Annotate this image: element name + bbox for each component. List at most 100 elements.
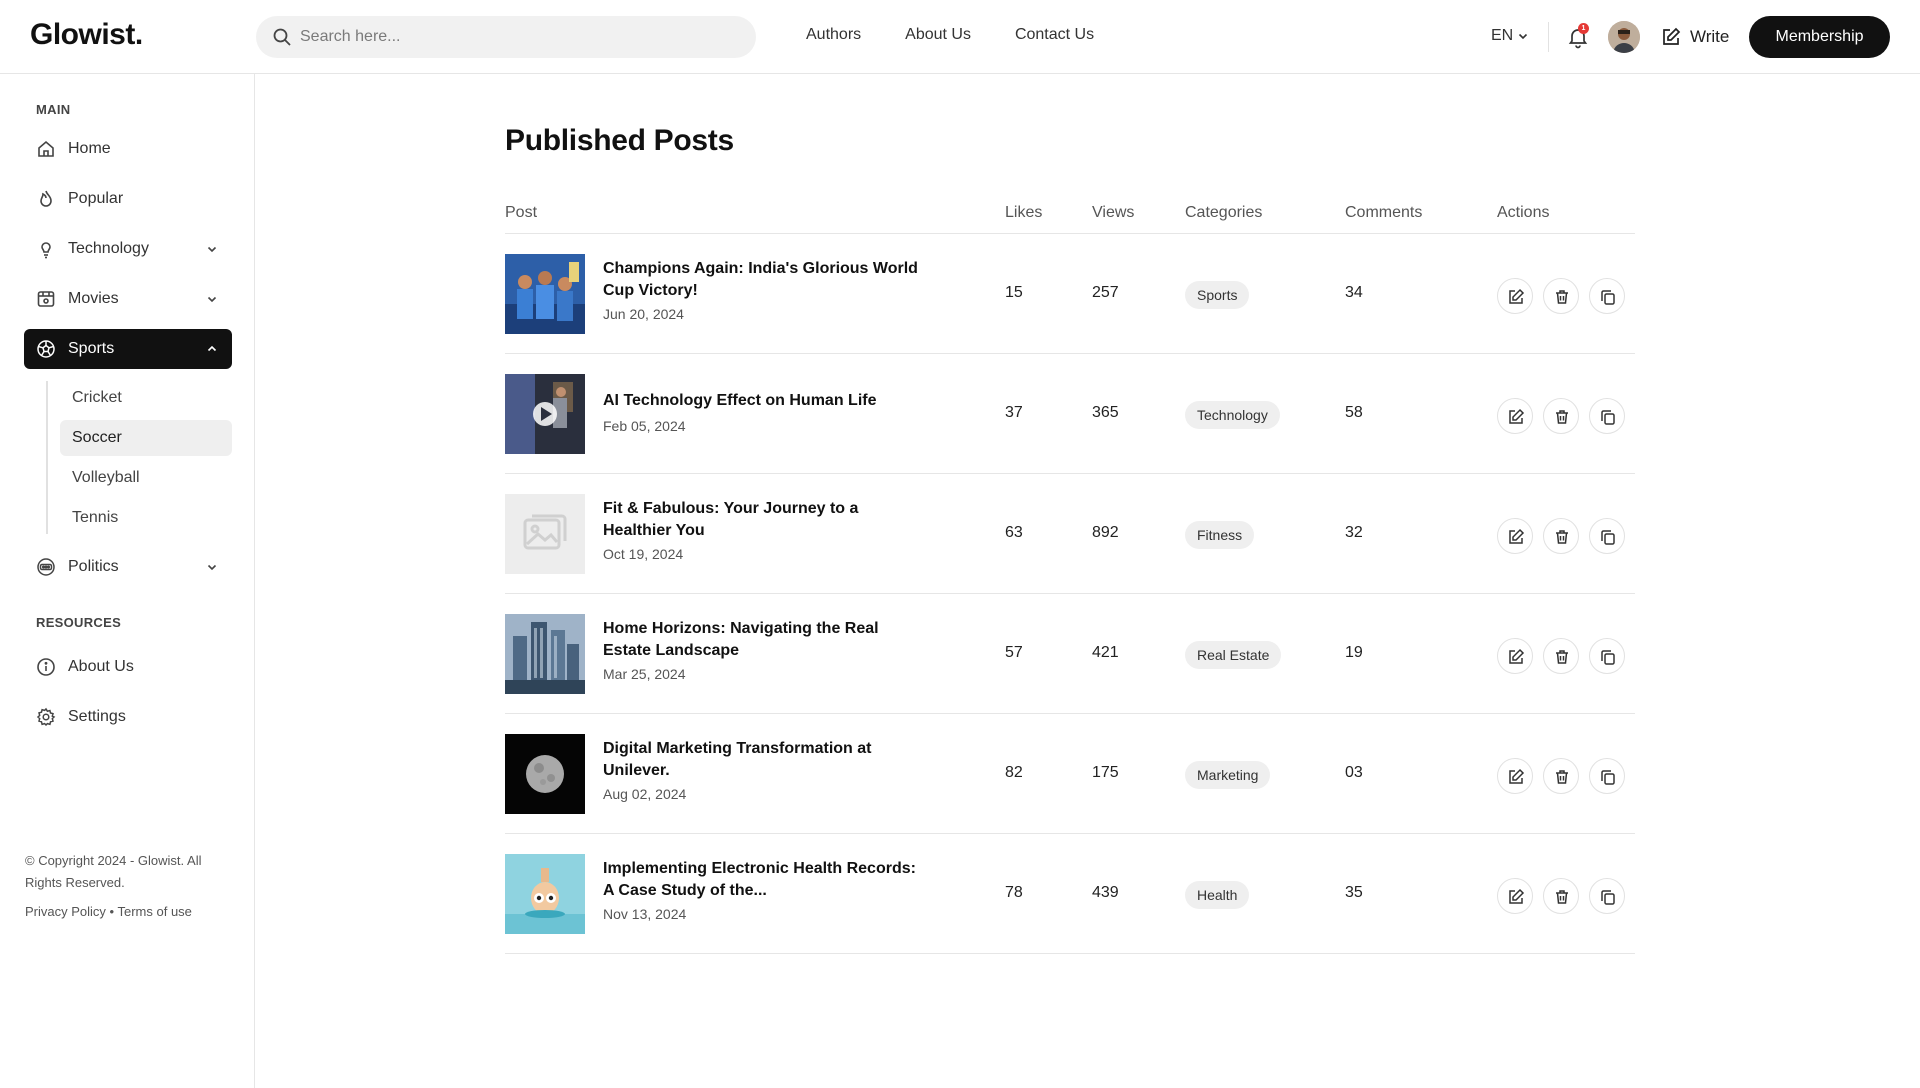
delete-button[interactable]	[1543, 398, 1579, 434]
logo[interactable]: Glowist.	[30, 18, 143, 52]
chevron-down-icon	[1517, 30, 1529, 42]
nav-link-about-us[interactable]: About Us	[905, 26, 971, 44]
delete-button[interactable]	[1543, 278, 1579, 314]
post-date: Oct 19, 2024	[603, 546, 684, 562]
sidebar-item-label: Settings	[68, 708, 126, 725]
post-title[interactable]: Implementing Electronic Health Records: …	[603, 858, 923, 902]
sidebar-item-about-us[interactable]: About Us	[24, 647, 232, 687]
post-thumbnail[interactable]	[505, 374, 585, 454]
copy-button[interactable]	[1589, 278, 1625, 314]
language-selector[interactable]: EN	[1491, 27, 1529, 45]
post-thumbnail[interactable]	[505, 494, 585, 574]
flame-icon	[36, 189, 56, 209]
sidebar-item-label: Technology	[68, 240, 149, 257]
nav-link-contact-us[interactable]: Contact Us	[1015, 26, 1094, 44]
privacy-policy-link[interactable]: Privacy Policy	[25, 904, 106, 919]
page-title: Published Posts	[505, 124, 734, 157]
chevron-down-icon	[206, 243, 218, 255]
delete-button[interactable]	[1543, 878, 1579, 914]
post-date: Aug 02, 2024	[603, 786, 687, 802]
copy-button[interactable]	[1589, 398, 1625, 434]
sidebar-item-sports[interactable]: Sports	[24, 329, 232, 369]
column-header-actions: Actions	[1497, 204, 1550, 221]
views-count: 421	[1092, 644, 1119, 661]
copyright-text: © Copyright 2024 - Glowist. All Rights R…	[25, 853, 202, 890]
post-title[interactable]: Champions Again: India's Glorious World …	[603, 258, 923, 302]
likes-count: 82	[1005, 764, 1023, 781]
likes-count: 37	[1005, 404, 1023, 421]
delete-button[interactable]	[1543, 518, 1579, 554]
terms-of-use-link[interactable]: Terms of use	[118, 904, 192, 919]
sidebar-item-settings[interactable]: Settings	[24, 697, 232, 737]
category-chip: Real Estate	[1185, 641, 1282, 669]
edit-button[interactable]	[1497, 638, 1533, 674]
post-thumbnail[interactable]	[505, 854, 585, 934]
comments-count: 19	[1345, 644, 1363, 661]
post-thumbnail[interactable]	[505, 734, 585, 814]
write-label: Write	[1690, 27, 1730, 46]
copy-button[interactable]	[1589, 878, 1625, 914]
post-thumbnail[interactable]	[505, 254, 585, 334]
film-icon	[36, 289, 56, 309]
comments-count: 58	[1345, 404, 1363, 421]
sidebar-subitem-soccer[interactable]: Soccer	[60, 420, 232, 456]
chevron-up-icon	[206, 343, 218, 355]
column-header-categories: Categories	[1185, 204, 1263, 221]
comments-count: 34	[1345, 284, 1363, 301]
views-count: 439	[1092, 884, 1119, 901]
table-row: Digital Marketing Transformation at Unil…	[505, 714, 1635, 834]
category-chip: Health	[1185, 881, 1250, 909]
sidebar-subitem-tennis[interactable]: Tennis	[60, 500, 232, 536]
sidebar-item-movies[interactable]: Movies	[24, 279, 232, 319]
edit-button[interactable]	[1497, 758, 1533, 794]
legal-links: Privacy Policy • Terms of use	[25, 904, 192, 919]
delete-button[interactable]	[1543, 638, 1579, 674]
sidebar-item-technology[interactable]: Technology	[24, 229, 232, 269]
edit-button[interactable]	[1497, 518, 1533, 554]
search-bar[interactable]	[256, 16, 756, 58]
legal-separator: •	[109, 904, 115, 919]
post-title[interactable]: Home Horizons: Navigating the Real Estat…	[603, 618, 923, 662]
membership-button[interactable]: Membership	[1749, 16, 1890, 58]
post-title[interactable]: Digital Marketing Transformation at Unil…	[603, 738, 923, 782]
post-date: Nov 13, 2024	[603, 906, 687, 922]
edit-button[interactable]	[1497, 878, 1533, 914]
sidebar-item-popular[interactable]: Popular	[24, 179, 232, 219]
table-row: Champions Again: India's Glorious World …	[505, 234, 1635, 354]
sidebar-item-label: About Us	[68, 658, 134, 675]
likes-count: 57	[1005, 644, 1023, 661]
post-thumbnail[interactable]	[505, 614, 585, 694]
search-input[interactable]	[300, 16, 740, 58]
sidebar-subitem-cricket[interactable]: Cricket	[60, 380, 232, 416]
edit-button[interactable]	[1497, 278, 1533, 314]
post-title[interactable]: AI Technology Effect on Human Life	[603, 390, 923, 412]
notifications-button[interactable]: 1	[1566, 23, 1590, 49]
nav-link-authors[interactable]: Authors	[806, 26, 861, 44]
copy-button[interactable]	[1589, 638, 1625, 674]
write-button[interactable]: Write	[1660, 26, 1729, 48]
sidebar-subitem-volleyball[interactable]: Volleyball	[60, 460, 232, 496]
views-count: 257	[1092, 284, 1119, 301]
gear-icon	[36, 707, 56, 727]
chevron-down-icon	[206, 293, 218, 305]
pencil-square-icon	[1660, 26, 1682, 48]
avatar[interactable]	[1608, 21, 1640, 53]
sidebar-item-label: Popular	[68, 190, 124, 207]
comments-count: 35	[1345, 884, 1363, 901]
delete-button[interactable]	[1543, 758, 1579, 794]
copy-button[interactable]	[1589, 518, 1625, 554]
post-title[interactable]: Fit & Fabulous: Your Journey to a Health…	[603, 498, 923, 542]
table-row: Fit & Fabulous: Your Journey to a Health…	[505, 474, 1635, 594]
edit-button[interactable]	[1497, 398, 1533, 434]
sidebar-section-main: MAIN	[36, 102, 71, 117]
table-header: Post Likes Views Categories Comments Act…	[505, 204, 1635, 234]
column-header-likes: Likes	[1005, 204, 1043, 221]
sidebar-section-resources: RESOURCES	[36, 615, 122, 630]
sidebar-item-politics[interactable]: Politics	[24, 547, 232, 587]
sidebar-item-home[interactable]: Home	[24, 129, 232, 169]
copy-button[interactable]	[1589, 758, 1625, 794]
sidebar-item-label: Sports	[68, 340, 115, 357]
likes-count: 15	[1005, 284, 1023, 301]
column-header-post: Post	[505, 204, 538, 221]
home-icon	[36, 139, 56, 159]
